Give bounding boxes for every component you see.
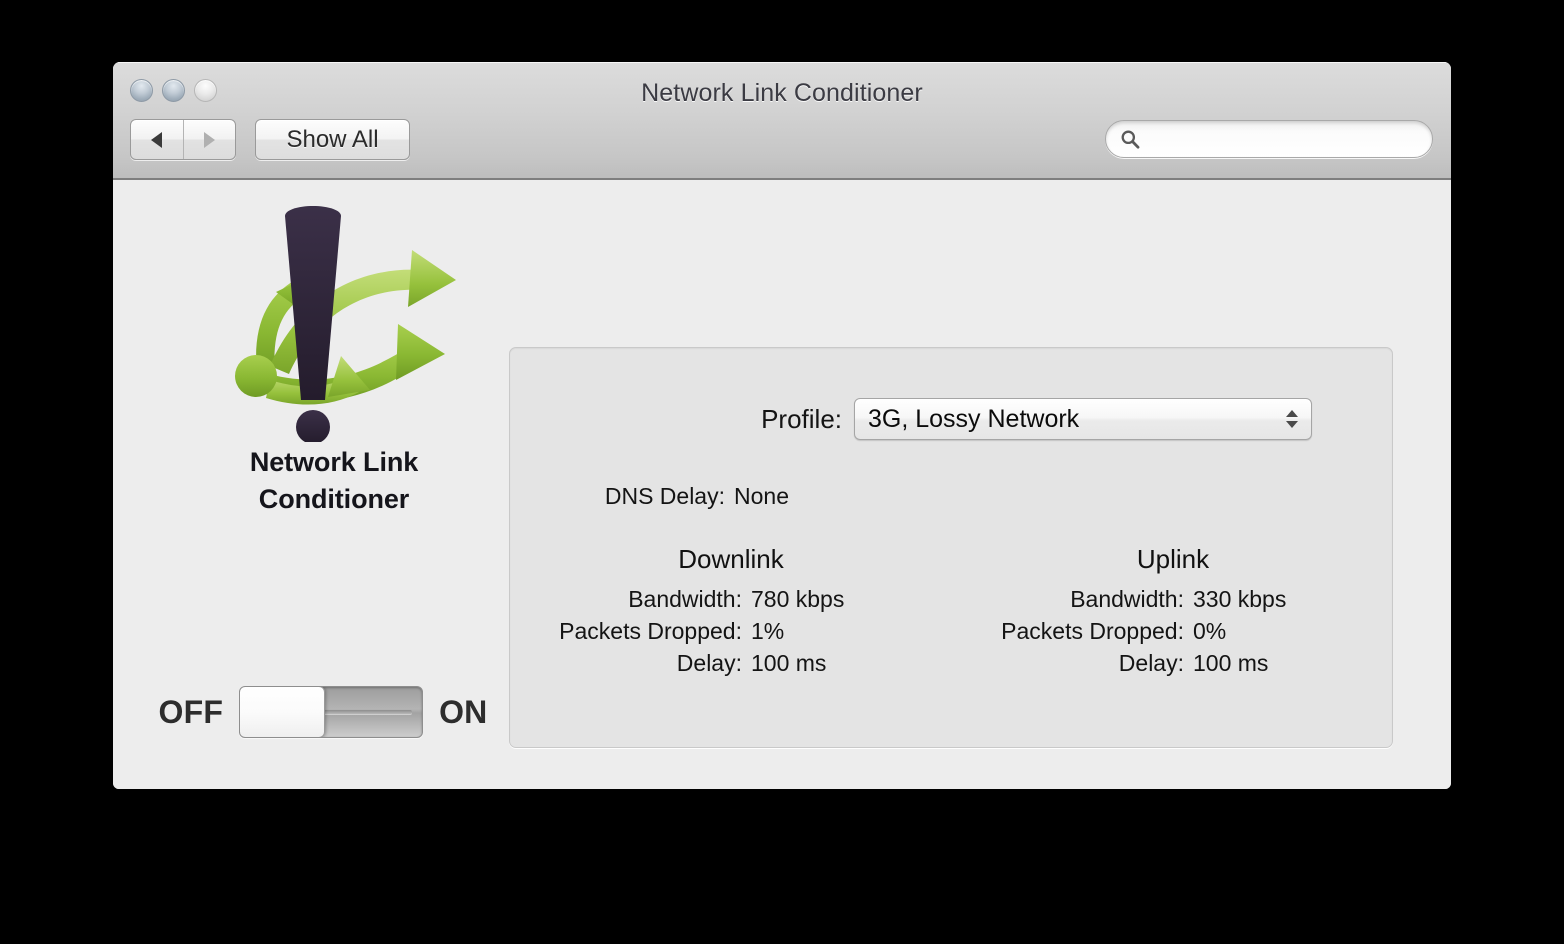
downlink-column: Downlink Bandwidth: 780 kbps Packets Dro… [510, 544, 952, 679]
search-field[interactable] [1105, 120, 1433, 158]
downlink-bandwidth-label: Bandwidth: [628, 586, 742, 612]
power-switch[interactable] [239, 686, 424, 738]
uplink-packets-dropped-value: 0% [1193, 618, 1227, 644]
uplink-bandwidth-label: Bandwidth: [1070, 586, 1184, 612]
app-name-line-1: Network Link [249, 447, 419, 477]
uplink-delay-row: Delay: 100 ms [952, 647, 1394, 679]
app-name-line-2: Conditioner [258, 484, 410, 514]
power-switch-row: OFF ON [133, 686, 513, 738]
chevron-updown-icon [1286, 410, 1298, 428]
app-name: Network Link Conditioner [189, 444, 479, 518]
switch-knob[interactable] [240, 687, 326, 737]
switch-on-label: ON [439, 693, 488, 730]
downlink-delay-row: Delay: 100 ms [510, 647, 952, 679]
preference-pane-content: Network Link Conditioner OFF ON Profile: [113, 180, 1451, 789]
switch-off-label: OFF [158, 693, 224, 730]
uplink-delay-value: 100 ms [1193, 650, 1269, 676]
search-icon [1121, 130, 1140, 149]
downlink-bandwidth-value: 780 kbps [751, 586, 845, 612]
downlink-title: Downlink [678, 544, 784, 574]
profile-selected-value: 3G, Lossy Network [868, 404, 1080, 433]
uplink-packets-dropped-row: Packets Dropped: 0% [952, 615, 1394, 647]
profile-row: Profile: 3G, Lossy Network [510, 398, 1394, 440]
uplink-bandwidth-value: 330 kbps [1193, 586, 1287, 612]
navigation-segmented-control[interactable] [130, 119, 236, 160]
screen: Network Link Conditioner Show All Networ… [0, 0, 1564, 944]
dns-delay-value: None [734, 483, 789, 509]
downlink-packets-dropped-row: Packets Dropped: 1% [510, 615, 952, 647]
dns-delay-label: DNS Delay: [604, 483, 725, 509]
chevron-up-icon [1286, 410, 1298, 417]
downlink-packets-dropped-value: 1% [751, 618, 785, 644]
network-link-conditioner-icon [235, 206, 456, 442]
link-stats-table: Downlink Bandwidth: 780 kbps Packets Dro… [510, 544, 1394, 679]
back-button[interactable] [131, 120, 183, 159]
window-titlebar: Network Link Conditioner Show All [113, 62, 1451, 180]
downlink-bandwidth-row: Bandwidth: 780 kbps [510, 583, 952, 615]
profile-label: Profile: [761, 403, 842, 434]
uplink-column: Uplink Bandwidth: 330 kbps Packets Dropp… [952, 544, 1394, 679]
downlink-packets-dropped-label: Packets Dropped: [559, 618, 742, 644]
uplink-packets-dropped-label: Packets Dropped: [1001, 618, 1184, 644]
preferences-window: Network Link Conditioner Show All Networ… [113, 62, 1451, 789]
window-title: Network Link Conditioner [641, 79, 923, 107]
show-all-button[interactable]: Show All [255, 119, 410, 160]
triangle-left-icon [151, 131, 163, 148]
dns-delay-row: DNS Delay: None [510, 483, 1394, 510]
chevron-down-icon [1286, 421, 1298, 428]
profile-settings-panel: Profile: 3G, Lossy Network DNS Delay: No… [509, 347, 1393, 748]
uplink-bandwidth-row: Bandwidth: 330 kbps [952, 583, 1394, 615]
triangle-right-icon [203, 131, 215, 148]
downlink-delay-label: Delay: [676, 650, 742, 676]
search-input[interactable] [1147, 128, 1397, 150]
forward-button [182, 120, 236, 159]
downlink-delay-value: 100 ms [751, 650, 827, 676]
app-identity-block: Network Link Conditioner [189, 204, 479, 518]
profile-popup-button[interactable]: 3G, Lossy Network [854, 398, 1312, 440]
uplink-delay-label: Delay: [1118, 650, 1184, 676]
uplink-title: Uplink [1136, 544, 1210, 574]
